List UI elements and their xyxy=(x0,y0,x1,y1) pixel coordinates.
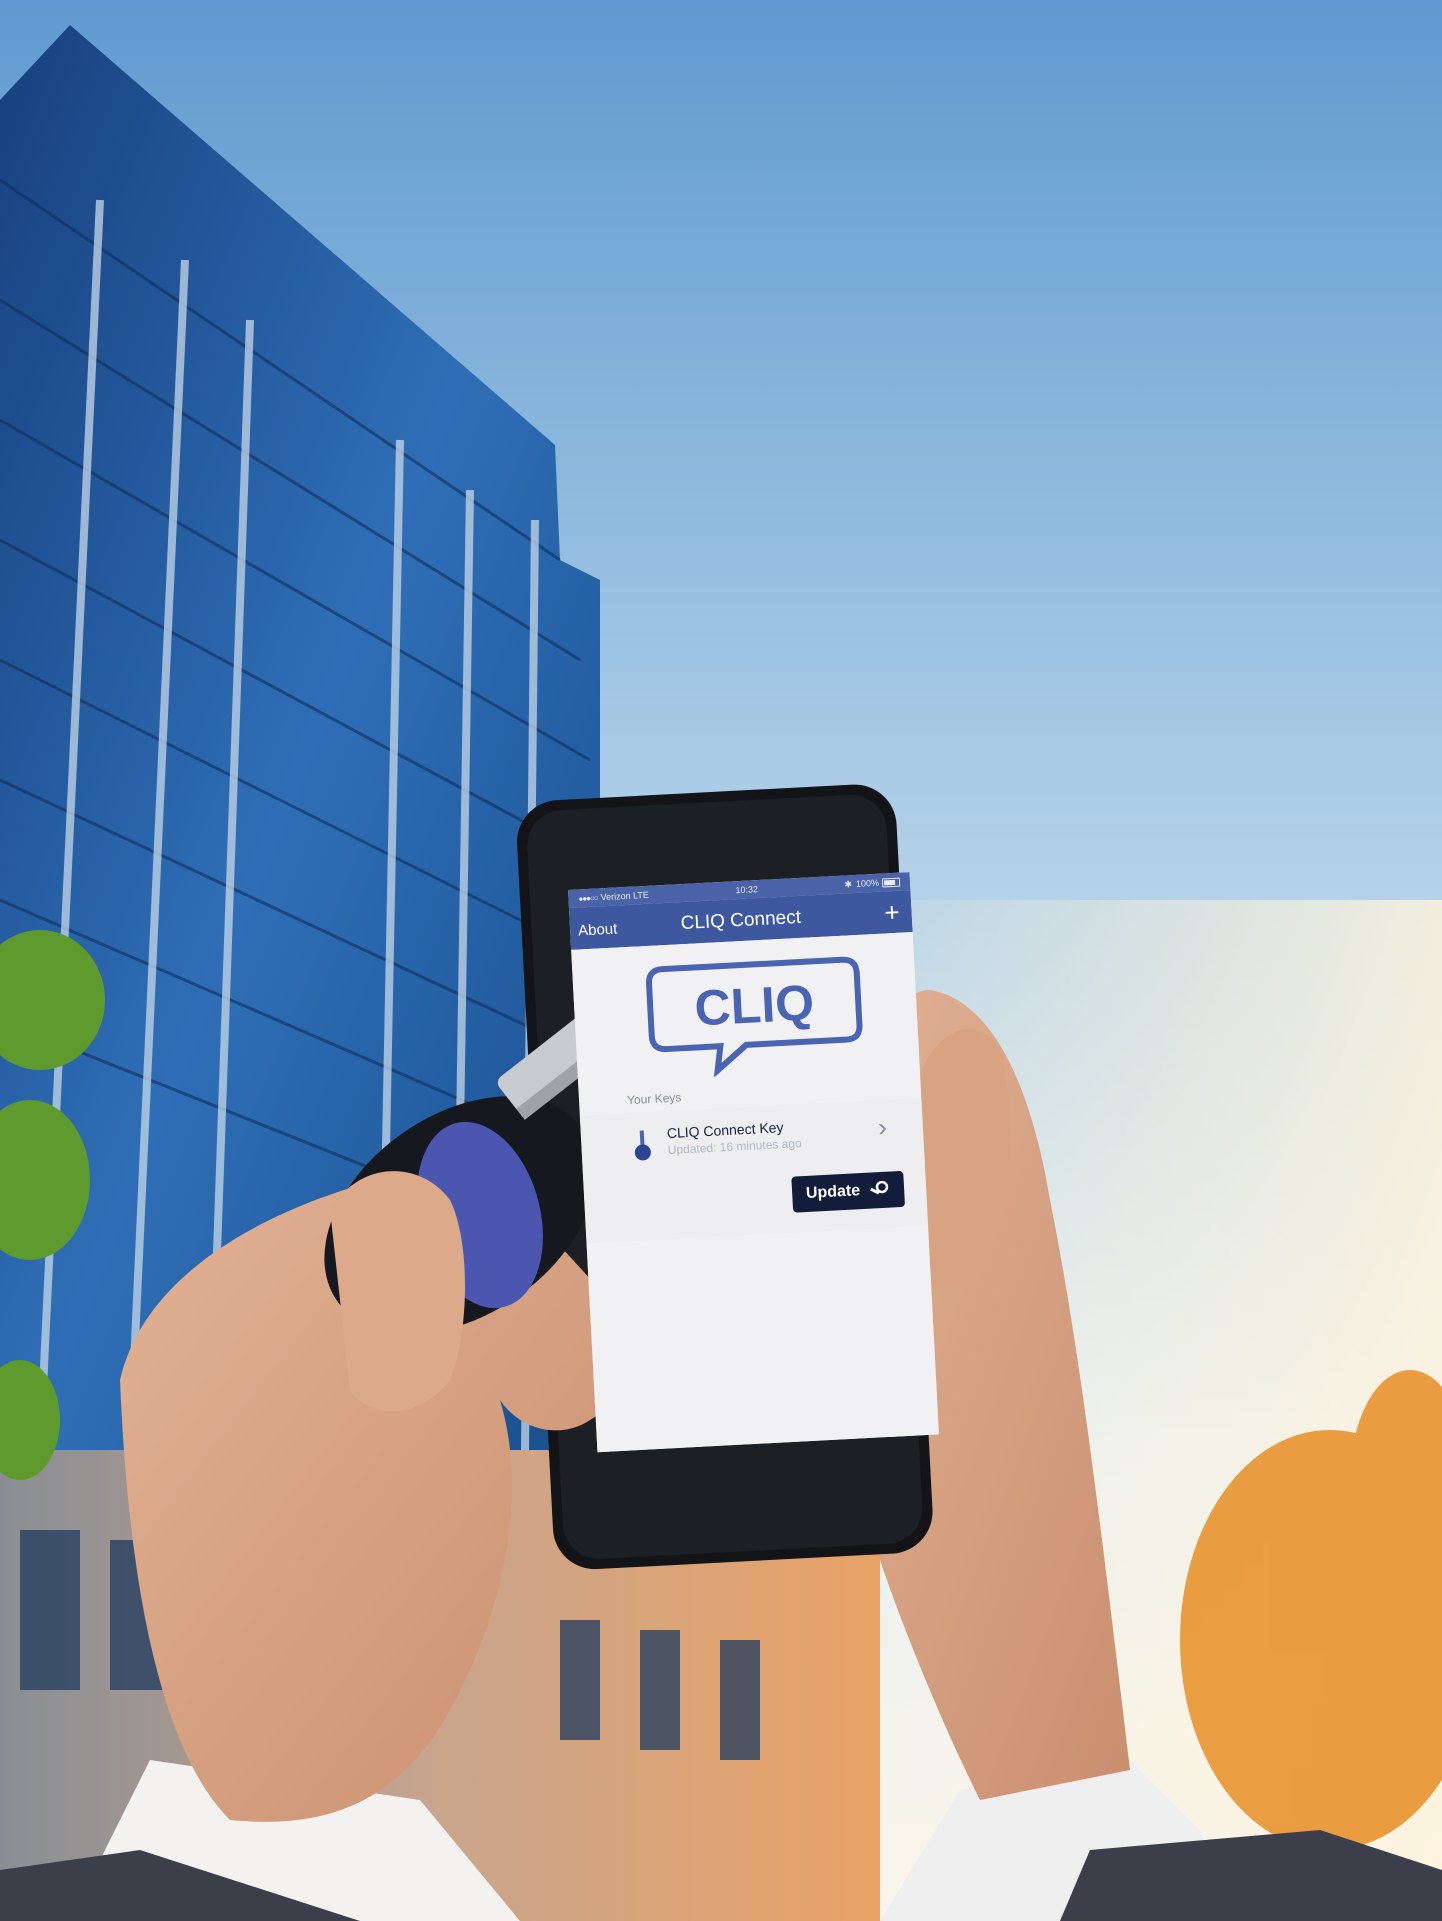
update-button-label: Update xyxy=(805,1182,861,1202)
battery-icon xyxy=(881,877,901,888)
plus-icon[interactable]: + xyxy=(884,897,901,928)
status-time: 10:32 xyxy=(735,884,759,896)
photo-scene: ●●●○○ Verizon LTE 10:32 ✱ 100% About CLI… xyxy=(0,0,1442,1921)
bluetooth-icon: ✱ xyxy=(844,878,853,890)
key-update-icon xyxy=(870,1180,889,1195)
battery-label: 100% xyxy=(855,877,880,889)
key-fob-icon xyxy=(634,1130,651,1161)
chevron-right-icon: › xyxy=(877,1111,888,1143)
logo-area: CLIQ xyxy=(571,932,920,1090)
update-button[interactable]: Update xyxy=(791,1170,906,1213)
cliq-logo: CLIQ xyxy=(646,956,863,1078)
signal-icon: ●●●○○ xyxy=(578,892,598,903)
carrier-label: Verizon LTE xyxy=(600,889,650,903)
empty-content-area xyxy=(586,1225,939,1453)
logo-text: CLIQ xyxy=(693,974,815,1036)
phone-screen: ●●●○○ Verizon LTE 10:32 ✱ 100% About CLI… xyxy=(568,872,939,1453)
